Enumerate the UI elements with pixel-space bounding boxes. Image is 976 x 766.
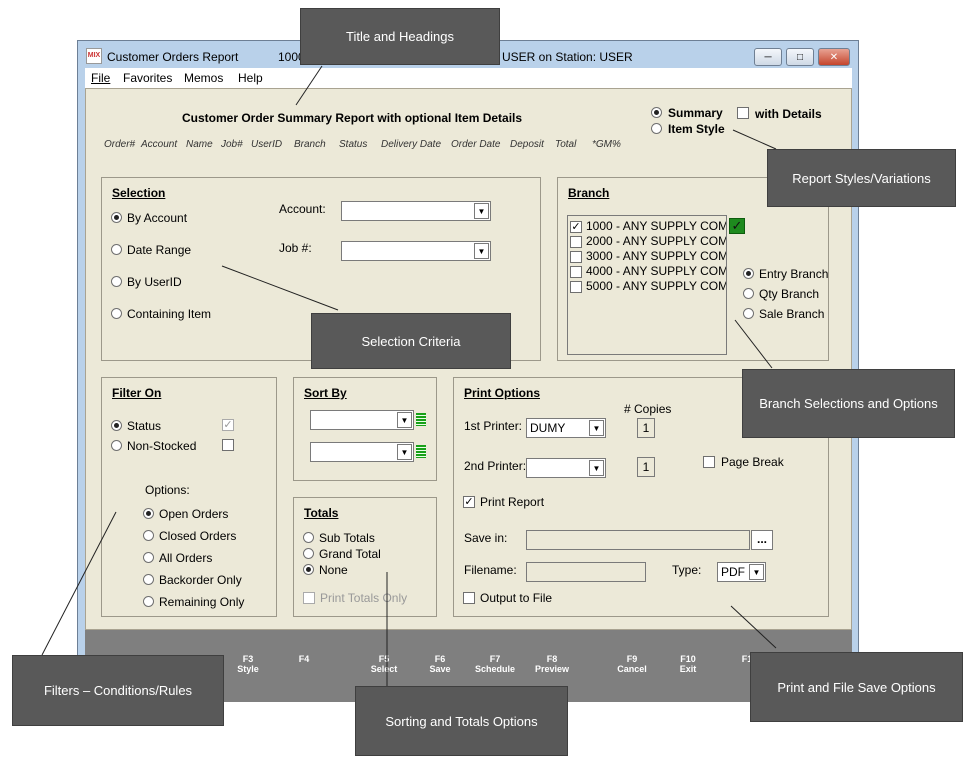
callout-branch-selections: Branch Selections and Options (742, 369, 955, 438)
callout-filters: Filters – Conditions/Rules (12, 655, 224, 726)
callout-sorting-totals: Sorting and Totals Options (355, 686, 568, 756)
callout-selection-criteria: Selection Criteria (311, 313, 511, 369)
callout-report-styles: Report Styles/Variations (767, 149, 956, 207)
callout-title-headings: Title and Headings (300, 8, 500, 65)
callout-print-file: Print and File Save Options (750, 652, 963, 722)
